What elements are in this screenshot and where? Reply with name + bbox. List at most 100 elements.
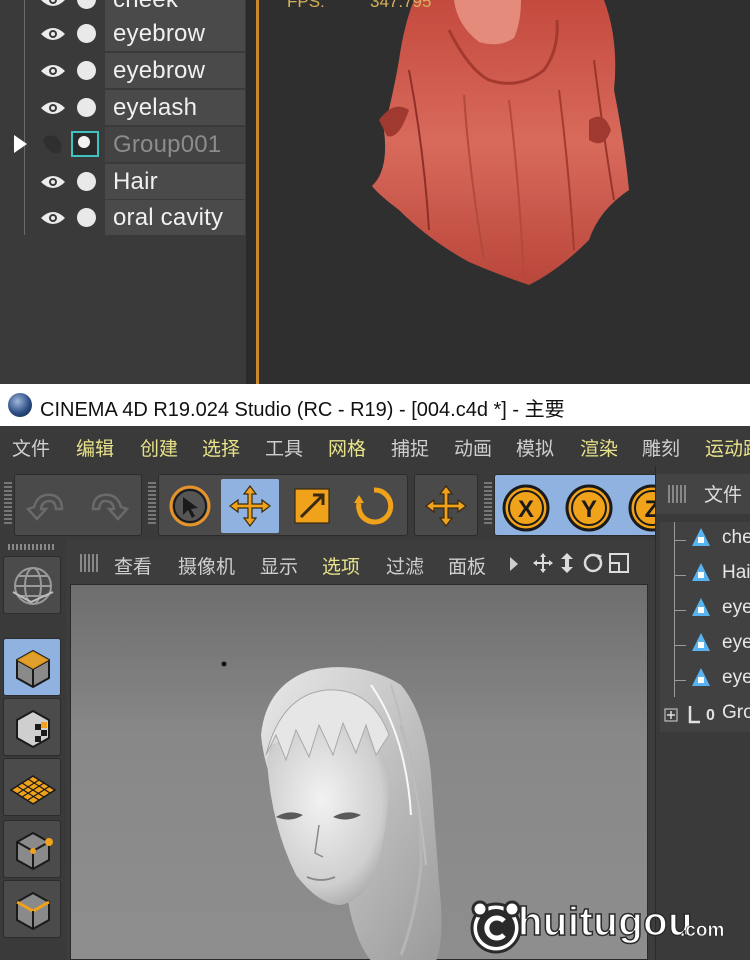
select-tool-button[interactable] [161,479,219,533]
menu-file[interactable]: 文件 [12,434,50,461]
texture-mode-button[interactable] [3,698,61,756]
menu-motion-tracking[interactable]: 运动跟 [705,434,750,461]
workplane-button[interactable] [3,556,61,614]
visibility-dot[interactable] [77,61,96,80]
toolbar-grip[interactable] [4,480,12,524]
orbit-icon[interactable] [582,552,604,574]
visibility-dot[interactable] [77,172,96,191]
layer-row[interactable]: eyelash [0,90,246,125]
menu-render[interactable]: 渲染 [580,434,618,461]
menu-simulate[interactable]: 模拟 [516,434,554,461]
polygon-object-icon [692,563,710,581]
viewport-menu-display[interactable]: 显示 [260,552,298,579]
points-mode-button[interactable] [3,820,61,878]
object-name: eye [722,667,750,688]
layer-row[interactable]: Hair [0,164,246,199]
move-tool-button[interactable] [221,479,279,533]
menu-animate[interactable]: 动画 [454,434,492,461]
object-manager-menu-file[interactable]: 文件 [704,480,742,507]
transform-tools-group [158,474,408,536]
expand-arrow-icon[interactable] [14,135,27,153]
layer-name: eyelash [113,94,198,121]
edges-mode-button[interactable] [3,880,61,938]
layer-name-cell[interactable]: oral cavity [105,200,245,235]
layer-name-cell[interactable]: Hair [105,164,245,199]
toolbar-grip[interactable] [148,480,156,524]
polygon-object-icon [692,598,710,616]
top-viewport[interactable] [259,0,750,384]
object-row[interactable]: eye [660,592,750,627]
visibility-dot[interactable] [77,0,96,9]
move-arrows-icon [425,485,467,527]
left-toolbar-grip[interactable] [8,544,56,550]
menu-snap[interactable]: 捕捉 [391,434,429,461]
object-row[interactable]: che [660,522,750,557]
scale-icon [294,488,330,524]
pan-icon[interactable] [532,552,554,574]
viewport-menu-view[interactable]: 查看 [114,552,152,579]
maximize-view-icon[interactable] [608,552,630,574]
eye-icon[interactable] [40,174,66,190]
window-titlebar[interactable]: CINEMA 4D R19.024 Studio (RC - R19) - [0… [0,384,750,426]
fps-label: FPS: [287,0,325,11]
scale-tool-button[interactable] [283,479,341,533]
visibility-dot[interactable] [77,208,96,227]
menu-edit[interactable]: 编辑 [76,434,114,461]
menu-mesh[interactable]: 网格 [328,434,366,461]
expand-plus-icon[interactable] [664,708,678,722]
viewport-menu-cameras[interactable]: 摄像机 [178,552,235,579]
toolbar-grip[interactable] [484,480,492,524]
viewport-menu-panel[interactable]: 面板 [448,552,486,579]
object-name: eye [722,632,750,653]
polygon-object-icon [692,633,710,651]
polygon-object-icon [692,528,710,546]
redo-button[interactable] [79,479,137,533]
layer-name-cell[interactable]: Group001 [105,127,245,162]
layer-name-cell[interactable]: eyebrow [105,16,245,51]
axis-x-button[interactable]: X [495,479,553,533]
model-mode-button[interactable] [3,638,61,696]
layer-row[interactable]: cheek [0,0,246,17]
watermark: huitugou .com [468,898,738,956]
layer-name-cell[interactable]: cheek [105,0,245,17]
menu-tools[interactable]: 工具 [265,434,303,461]
eye-icon[interactable] [40,0,66,8]
eye-icon[interactable] [40,210,66,226]
layer-row[interactable]: eyebrow [0,16,246,51]
viewport-menu-bar: 查看 摄像机 显示 选项 过滤 面板 [70,546,654,582]
cinema4d-logo-icon [8,393,32,417]
layer-row[interactable]: oral cavity [0,200,246,235]
eye-hidden-icon[interactable] [40,131,66,157]
eye-icon[interactable] [40,26,66,42]
object-manager-grip[interactable] [668,485,686,503]
layer-row[interactable]: eyebrow [0,53,246,88]
rotate-tool-button[interactable] [345,479,403,533]
menu-select[interactable]: 选择 [202,434,240,461]
viewport-grip[interactable] [80,554,98,572]
eye-icon[interactable] [40,63,66,79]
layer-row-group[interactable]: Group001 [0,127,246,162]
eye-icon[interactable] [40,100,66,116]
undo-button[interactable] [18,479,76,533]
visibility-dot[interactable] [77,98,96,117]
object-row[interactable]: eye [660,627,750,662]
fps-value: 347.795 [370,0,432,11]
menu-create[interactable]: 创建 [140,434,178,461]
visibility-dot[interactable] [77,24,96,43]
layer-name-cell[interactable]: eyelash [105,90,245,125]
axis-y-label: Y [581,496,597,523]
viewport-menu-options[interactable]: 选项 [322,552,360,579]
zoom-arrows-icon[interactable] [558,552,576,574]
live-transform-button[interactable] [417,479,475,533]
menu-sculpt[interactable]: 雕刻 [642,434,680,461]
more-arrow-icon[interactable] [508,556,520,572]
main-toolbar: X Y Z [0,466,664,540]
layer-name-cell[interactable]: eyebrow [105,53,245,88]
workplane-grid-button[interactable] [3,758,61,816]
object-row[interactable]: eye [660,662,750,697]
axis-y-button[interactable]: Y [558,479,616,533]
object-row[interactable]: Hai [660,557,750,592]
viewport-menu-filter[interactable]: 过滤 [386,552,424,579]
tree-branch [674,610,686,611]
object-row-group[interactable]: 0 Gro [660,697,750,732]
